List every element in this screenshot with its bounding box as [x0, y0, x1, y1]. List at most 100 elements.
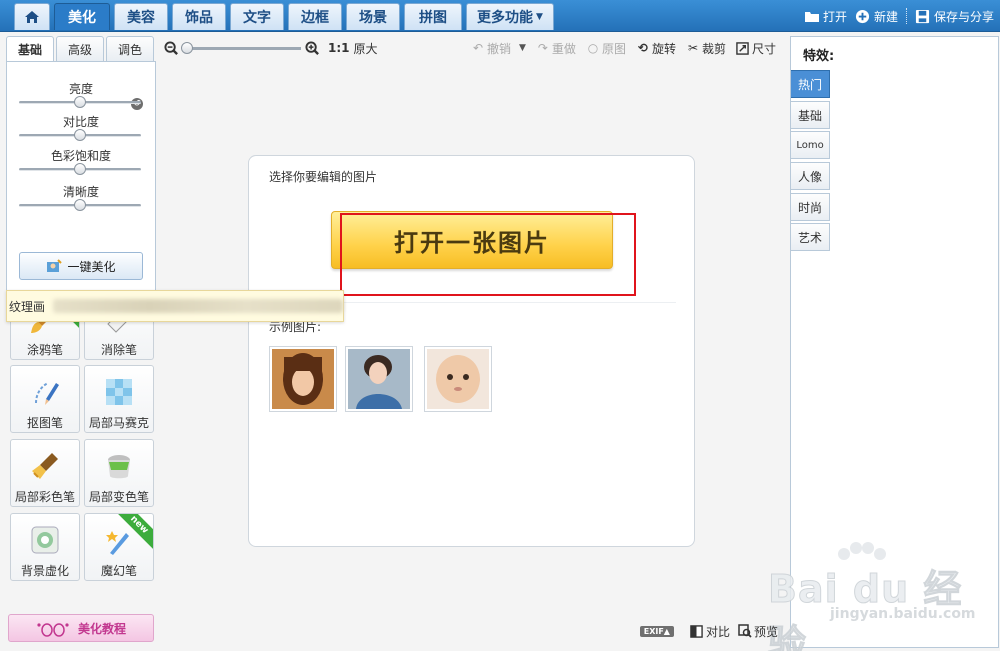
redo-icon: ↷	[537, 41, 548, 55]
zoom-original-label[interactable]: 原大	[354, 40, 378, 57]
separator	[905, 8, 907, 24]
original-button[interactable]: ○ 原图	[586, 40, 626, 57]
subtab-advanced[interactable]: 高级	[56, 36, 104, 62]
crop-label: 裁剪	[701, 41, 726, 56]
tab-accessories[interactable]: 饰品	[172, 3, 226, 30]
left-subtabs: 基础 高级 调色	[6, 36, 156, 62]
preview-icon	[738, 624, 752, 638]
home-icon	[25, 11, 39, 23]
save-icon	[915, 8, 931, 24]
one-click-label: 一键美化	[67, 259, 116, 274]
sample-image-1[interactable]	[269, 346, 337, 412]
local-mosaic-tool[interactable]: 局部马赛克	[84, 365, 154, 433]
background-blur-tool[interactable]: 背景虚化	[10, 513, 80, 581]
watermark-url: jingyan.baidu.com	[830, 606, 976, 622]
contrast-slider[interactable]	[19, 129, 141, 141]
zoom-slider[interactable]	[181, 41, 301, 54]
sample-image-3[interactable]	[424, 346, 492, 412]
reset-icon[interactable]: ↺	[131, 98, 143, 110]
rotate-label: 旋转	[651, 41, 676, 56]
slider-knob[interactable]	[74, 199, 86, 211]
fx-tab-portrait[interactable]: 人像	[791, 162, 830, 190]
preview-label: 预览	[753, 624, 778, 639]
subtab-basic[interactable]: 基础	[6, 36, 54, 62]
rotate-icon: ⟲	[637, 41, 648, 55]
tab-beautify[interactable]: 美化	[54, 3, 110, 30]
slider-knob[interactable]	[74, 129, 86, 141]
undo-icon: ↶	[472, 41, 484, 55]
fx-tab-art[interactable]: 艺术	[791, 223, 830, 251]
undo-button[interactable]: ↶ 撤销 ▼	[471, 40, 526, 57]
new-label: 新建	[873, 9, 898, 24]
brightness-slider[interactable]	[19, 96, 141, 108]
size-label: 尺寸	[751, 41, 776, 56]
rotate-button[interactable]: ⟲ 旋转	[636, 40, 676, 57]
tool-label: 魔幻笔	[100, 564, 137, 578]
beautify-tutorial-button[interactable]: 美化教程	[8, 614, 154, 642]
tool-label: 涂鸦笔	[26, 343, 63, 357]
save-share-action[interactable]: 保存与分享	[915, 8, 994, 25]
slider-knob[interactable]	[74, 163, 86, 175]
new-action[interactable]: 新建	[855, 8, 898, 25]
contrast-label: 对比度	[62, 115, 99, 129]
crop-button[interactable]: ✂ 裁剪	[686, 40, 726, 57]
saturation-slider[interactable]	[19, 163, 141, 175]
select-image-prompt: 选择你要编辑的图片	[269, 170, 378, 184]
original-label: 原图	[601, 41, 626, 56]
preview-button[interactable]: 预览	[738, 623, 778, 640]
basic-adjust-panel: ↺ 亮度 对比度 色彩饱和度 清晰度 一键美化	[6, 61, 156, 296]
slider-knob[interactable]	[74, 96, 86, 108]
cutout-pen-tool[interactable]: 抠图笔	[10, 365, 80, 433]
one-click-beautify-button[interactable]: 一键美化	[19, 252, 143, 280]
tool-label: 消除笔	[100, 343, 137, 357]
fx-tab-lomo[interactable]: Lomo	[791, 131, 830, 159]
sample-photo-girl	[348, 349, 410, 409]
tab-collage[interactable]: 拼图	[404, 3, 462, 30]
open-label: 打开	[822, 9, 847, 24]
redo-label: 重做	[551, 41, 576, 56]
tab-text[interactable]: 文字	[230, 3, 284, 30]
exif-button[interactable]: EXIF▲	[639, 625, 674, 637]
fx-tab-fashion[interactable]: 时尚	[791, 193, 830, 221]
local-recolor-pen-tool[interactable]: 局部变色笔	[84, 439, 154, 507]
color-brush-icon	[25, 448, 65, 484]
blur-icon	[25, 522, 65, 558]
zoom-ratio-button[interactable]: 1:1	[328, 41, 350, 55]
tab-makeup[interactable]: 美容	[114, 3, 168, 30]
tooltip-text: 纹理画	[9, 299, 46, 314]
open-action[interactable]: 打开	[804, 8, 847, 25]
circle-icon: ○	[587, 41, 599, 55]
zoom-in-icon[interactable]	[305, 40, 320, 56]
zoom-toolbar: 1:1 原大	[164, 38, 378, 58]
tab-frame[interactable]: 边框	[288, 3, 342, 30]
magic-pen-tool[interactable]: new 魔幻笔	[84, 513, 154, 581]
fx-tab-hot[interactable]: 热门	[791, 70, 830, 98]
caret-down-icon: ▼	[536, 12, 543, 22]
compare-button[interactable]: 对比	[690, 623, 730, 640]
sample-image-2[interactable]	[345, 346, 413, 412]
top-actions: 打开 新建 保存与分享	[796, 0, 994, 32]
redo-button[interactable]: ↷ 重做	[536, 40, 576, 57]
edit-toolbar: ↶ 撤销 ▼ ↷ 重做 ○ 原图 ⟲ 旋转 ✂ 裁剪 尺寸	[461, 38, 776, 58]
tab-more-features[interactable]: 更多功能 ▼	[466, 3, 554, 30]
subtab-color[interactable]: 调色	[106, 36, 154, 62]
fx-tab-basic[interactable]: 基础	[791, 101, 830, 129]
zoom-out-icon[interactable]	[164, 40, 179, 56]
undo-dropdown-icon[interactable]: ▼	[519, 43, 526, 53]
folder-icon	[804, 8, 820, 24]
home-tab[interactable]	[14, 3, 50, 30]
compare-label: 对比	[705, 624, 730, 639]
highlight-annotation-box	[340, 213, 636, 296]
sharpness-slider[interactable]	[19, 199, 141, 211]
resize-icon	[736, 41, 750, 55]
zoom-slider-knob[interactable]	[181, 41, 193, 54]
scissors-icon: ✂	[687, 41, 698, 55]
more-features-label: 更多功能	[477, 10, 534, 26]
local-color-pen-tool[interactable]: 局部彩色笔	[10, 439, 80, 507]
feet-icon	[37, 623, 69, 637]
left-panel: 基础 高级 调色 ↺ 亮度 对比度 色彩饱和度 清晰度 一键美化 纹理画 升级 …	[6, 36, 344, 648]
mosaic-icon	[99, 374, 139, 410]
tab-scene[interactable]: 场景	[346, 3, 400, 30]
brightness-label: 亮度	[68, 82, 93, 96]
size-button[interactable]: 尺寸	[736, 40, 776, 57]
